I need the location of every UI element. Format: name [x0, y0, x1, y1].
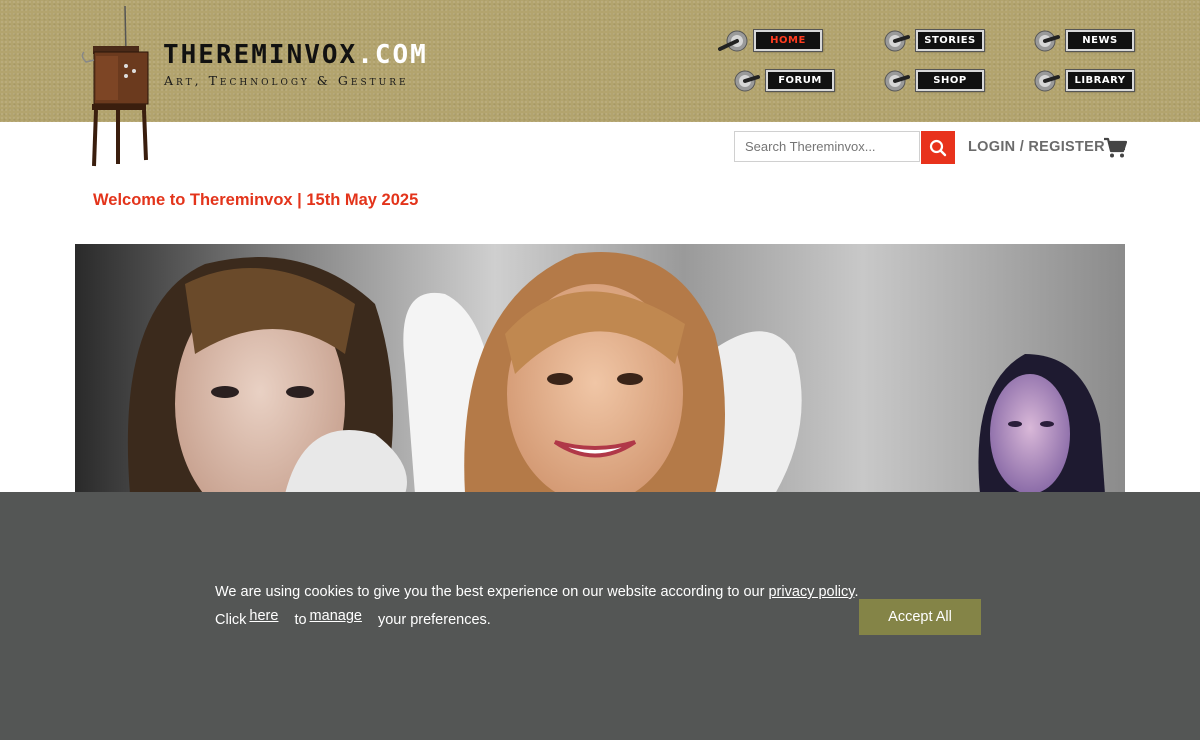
welcome-message: Welcome to Thereminvox | 15th May 2025 — [93, 191, 419, 209]
brand-name: THEREMINVOX — [163, 40, 358, 70]
nav-label-forum: FORUM — [766, 69, 834, 91]
nav-item-news[interactable]: NEWS — [1028, 27, 1134, 53]
toggle-switch-icon — [718, 30, 748, 52]
brand-title[interactable]: THEREMINVOX.COM — [163, 40, 428, 70]
privacy-policy-link[interactable]: privacy policy — [768, 584, 854, 600]
nav-item-forum[interactable]: FORUM — [728, 67, 834, 93]
search-icon — [929, 139, 947, 156]
search-button[interactable] — [921, 131, 955, 164]
cookie-to-text: to — [294, 612, 307, 628]
nav-label-home: HOME — [754, 29, 822, 51]
nav-item-shop[interactable]: SHOP — [878, 67, 984, 93]
cookie-message-text: We are using cookies to give you the bes… — [215, 584, 769, 600]
brand-tagline: Art, Technology & Gesture — [164, 73, 409, 88]
toggle-switch-icon — [884, 70, 910, 92]
login-register-link[interactable]: LOGIN / REGISTER — [968, 139, 1105, 155]
cookie-consent-bar: We are using cookies to give you the bes… — [0, 492, 1200, 740]
nav-label-news: NEWS — [1066, 29, 1134, 51]
nav-label-stories: STORIES — [916, 29, 984, 51]
search-input[interactable] — [734, 131, 920, 162]
brand-domain-suffix: .COM — [357, 40, 428, 70]
theremin-logo-icon[interactable] — [78, 4, 158, 170]
cookie-click-text: Click — [215, 612, 247, 628]
toggle-switch-icon — [734, 70, 760, 92]
nav-label-shop: SHOP — [916, 69, 984, 91]
toggle-switch-icon — [884, 30, 910, 52]
hero-image — [75, 244, 1125, 494]
accept-all-button[interactable]: Accept All — [859, 599, 981, 635]
cookie-message-period: . — [854, 584, 859, 600]
hero-portraits-image — [127, 251, 1105, 494]
cookie-message: We are using cookies to give you the bes… — [215, 584, 858, 600]
cookie-preferences-text: your preferences. — [377, 612, 491, 628]
toggle-switch-icon — [1034, 30, 1060, 52]
toggle-switch-icon — [1034, 70, 1060, 92]
cookie-manage-message: Click here to manage your preferences. — [215, 608, 491, 628]
nav-item-home[interactable]: HOME — [716, 27, 822, 53]
cart-icon[interactable] — [1103, 137, 1127, 159]
nav-label-library: LIBRARY — [1066, 69, 1134, 91]
cookie-here-link[interactable]: here — [249, 608, 278, 624]
nav-item-stories[interactable]: STORIES — [878, 27, 984, 53]
cookie-manage-link[interactable]: manage — [310, 608, 362, 624]
nav-item-library[interactable]: LIBRARY — [1028, 67, 1134, 93]
